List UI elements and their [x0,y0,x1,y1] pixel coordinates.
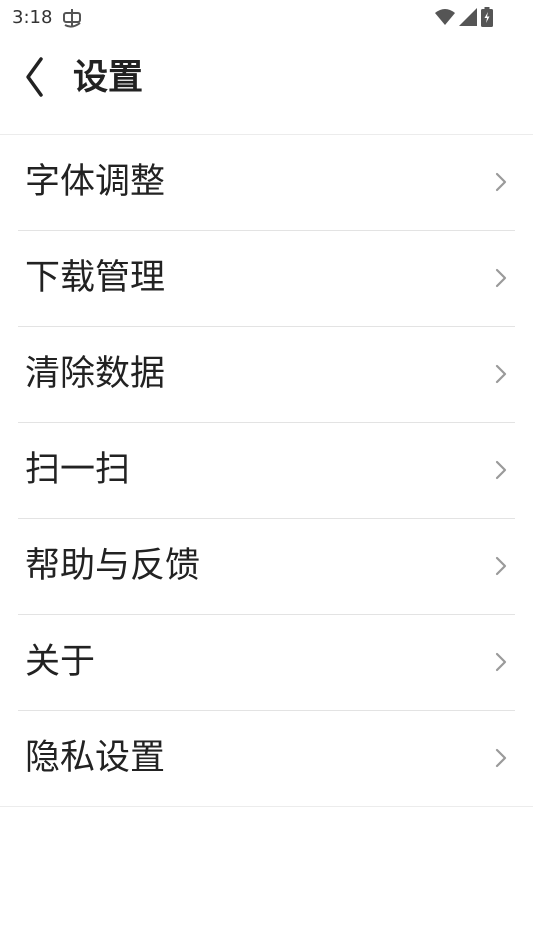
settings-item-label: 关于 [25,642,96,682]
chevron-right-icon [495,652,507,672]
settings-item-font-size[interactable]: 字体调整 [18,135,515,231]
header: 设置 [0,36,533,135]
back-button[interactable] [14,54,54,100]
status-time: 3:18 [12,7,53,28]
settings-item-label: 下载管理 [25,258,166,298]
settings-item-download-manager[interactable]: 下载管理 [18,231,515,327]
settings-item-label: 帮助与反馈 [25,546,201,586]
settings-item-scan[interactable]: 扫一扫 [18,423,515,519]
settings-item-label: 清除数据 [25,354,166,394]
chevron-right-icon [495,460,507,480]
cellular-signal-icon [459,8,477,26]
settings-item-about[interactable]: 关于 [18,615,515,711]
chevron-right-icon [495,364,507,384]
wifi-icon [435,9,455,25]
status-bar: 3:18 [0,0,533,36]
status-icons [435,7,493,27]
chevron-right-icon [495,748,507,768]
page-title: 设置 [73,58,144,98]
chevron-right-icon [495,172,507,192]
settings-item-label: 扫一扫 [25,450,131,490]
settings-item-label: 隐私设置 [25,738,166,778]
chevron-right-icon [495,556,507,576]
chevron-right-icon [495,268,507,288]
settings-list: 字体调整 下载管理 清除数据 扫一扫 帮助与反馈 关于 隐私设置 [0,135,533,807]
settings-item-help-feedback[interactable]: 帮助与反馈 [18,519,515,615]
settings-item-clear-data[interactable]: 清除数据 [18,327,515,423]
app-notification-icon [61,8,83,28]
settings-item-privacy[interactable]: 隐私设置 [0,711,533,807]
chevron-left-icon [26,57,43,97]
battery-charging-icon [481,7,493,27]
settings-item-label: 字体调整 [25,162,166,202]
